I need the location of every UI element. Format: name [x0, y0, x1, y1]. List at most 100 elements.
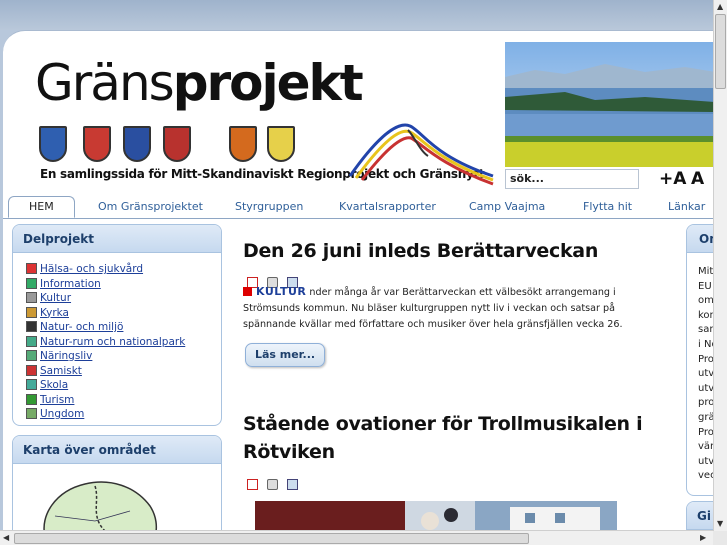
scroll-up-arrow-icon[interactable]: ▲	[717, 2, 723, 11]
logo-swoosh-graphic	[348, 123, 494, 186]
right-info-line: utv	[698, 382, 713, 394]
scroll-right-arrow-icon[interactable]: ▶	[700, 533, 706, 542]
region-map[interactable]	[35, 476, 165, 531]
site-logo[interactable]: Gränsprojekt	[35, 53, 364, 113]
category-list: Hälsa- och sjukvård Information Kultur Kyrk…	[26, 262, 185, 422]
category-link[interactable]: Ungdom	[40, 408, 84, 420]
category-link[interactable]: Samiskt	[40, 365, 82, 377]
right-second-panel: Gi	[686, 501, 713, 531]
coat-of-arms-icon	[229, 126, 257, 162]
map-title: Karta över området	[13, 436, 221, 464]
article-2-title-line1[interactable]: Stående ovationer för Trollmusikalen i	[243, 410, 643, 438]
right-info-line: kon	[698, 309, 713, 321]
right-info-line: Pro	[698, 353, 713, 365]
category-badge-kultur[interactable]: KULTUR	[243, 284, 306, 300]
category-link[interactable]: Näringsliv	[40, 350, 92, 362]
right-info-line: Pro	[698, 426, 713, 438]
pdf-icon[interactable]	[247, 479, 258, 490]
business-icon	[26, 350, 37, 361]
right-info-title: Om	[687, 225, 713, 253]
category-item[interactable]: Näringsliv	[26, 349, 185, 364]
font-larger-button[interactable]: +A	[659, 169, 686, 189]
tab-om-gransprojektet[interactable]: Om Gränsprojektet	[98, 200, 203, 213]
tab-camp-vaajma[interactable]: Camp Vaajma	[469, 200, 545, 213]
page-container: Gränsprojekt En samlingssida för Mitt-Sk…	[3, 30, 713, 531]
category-item[interactable]: Kultur	[26, 291, 185, 306]
tab-styrgruppen[interactable]: Styrgruppen	[235, 200, 303, 213]
church-icon	[26, 306, 37, 318]
tourism-icon	[26, 393, 37, 405]
category-item[interactable]: Natur- och miljö	[26, 320, 185, 335]
tab-flytta-hit[interactable]: Flytta hit	[583, 200, 632, 213]
horizontal-scrollbar[interactable]: ◀ ▶	[0, 530, 713, 545]
print-icon[interactable]	[267, 479, 278, 490]
map-panel: Karta över området	[12, 435, 222, 531]
right-info-line: vec	[698, 470, 713, 482]
right-info-line: utv	[698, 455, 713, 467]
right-info-line: utv	[698, 368, 713, 380]
coat-of-arms-icon	[39, 126, 67, 162]
category-item[interactable]: Turism	[26, 393, 185, 408]
category-item[interactable]: Skola	[26, 378, 185, 393]
article-2-title-line2[interactable]: Rötviken	[243, 438, 335, 466]
right-info-line: sam	[698, 324, 713, 336]
scrollbar-corner	[713, 531, 727, 545]
font-smaller-button[interactable]: A	[691, 169, 704, 189]
article-1-title[interactable]: Den 26 juni inleds Berättarveckan	[243, 237, 598, 265]
category-link[interactable]: Hälsa- och sjukvård	[40, 263, 143, 275]
youth-icon	[26, 408, 37, 419]
category-item[interactable]: Natur-rum och nationalpark	[26, 335, 185, 350]
category-item[interactable]: Kyrka	[26, 306, 185, 321]
category-link[interactable]: Turism	[40, 394, 74, 406]
category-link[interactable]: Kyrka	[40, 307, 69, 319]
coat-of-arms-icon	[123, 126, 151, 162]
tab-hem[interactable]: HEM	[8, 196, 75, 218]
right-info-line: EU	[698, 280, 712, 292]
article-1-body: KULTUR nder många år var Berättarveckan …	[243, 284, 643, 333]
browser-viewport: Gränsprojekt En samlingssida för Mitt-Sk…	[0, 0, 727, 545]
vertical-scrollbar[interactable]: ▲ ▼	[713, 0, 727, 531]
right-info-line: grä	[698, 411, 713, 423]
main-navigation: HEM Om Gränsprojektet Styrgruppen Kvarta…	[3, 196, 713, 219]
coat-of-arms-icon	[267, 126, 295, 162]
health-icon	[26, 263, 37, 274]
culture-icon	[26, 292, 37, 303]
delprojekt-panel: Delprojekt Hälsa- och sjukvård Informatio…	[12, 224, 222, 426]
right-info-text: Mitt EU om kon sam i No Pro utv utv pro grä Pro vär u…	[698, 265, 713, 484]
scroll-down-arrow-icon[interactable]: ▼	[717, 519, 723, 528]
category-item[interactable]: Hälsa- och sjukvård	[26, 262, 185, 277]
sami-icon	[26, 364, 37, 376]
right-info-panel: Om Mitt EU om kon sam i No Pro utv utv pro grä Pro v…	[686, 224, 713, 496]
category-item[interactable]: Samiskt	[26, 364, 185, 379]
nature-icon	[26, 321, 37, 332]
delprojekt-title: Delprojekt	[13, 225, 221, 253]
logo-text-part2: projekt	[172, 54, 364, 112]
right-info-line: i No	[698, 338, 713, 350]
tab-lankar[interactable]: Länkar	[668, 200, 705, 213]
category-item[interactable]: Ungdom	[26, 407, 185, 422]
category-link[interactable]: Kultur	[40, 292, 71, 304]
right-info-line: om	[698, 295, 713, 307]
category-item[interactable]: Information	[26, 277, 185, 292]
coat-of-arms-icon	[163, 126, 191, 162]
search-input[interactable]: sök...	[505, 169, 639, 189]
article-2-tools	[247, 475, 307, 490]
right-info-line: pro	[698, 397, 713, 409]
vertical-scroll-thumb[interactable]	[715, 14, 726, 89]
horizontal-scroll-thumb[interactable]	[14, 533, 529, 544]
category-link[interactable]: Skola	[40, 379, 68, 391]
category-link[interactable]: Natur-rum och nationalpark	[40, 336, 185, 348]
header-landscape-photo	[505, 42, 713, 167]
email-icon[interactable]	[287, 479, 298, 490]
tab-kvartalsrapporter[interactable]: Kvartalsrapporter	[339, 200, 436, 213]
category-link[interactable]: Natur- och miljö	[40, 321, 123, 333]
coat-of-arms-icon	[83, 126, 111, 162]
window-top-strip	[0, 0, 713, 30]
logo-text-part1: Gräns	[35, 54, 175, 112]
right-info-line: Mitt	[698, 266, 713, 277]
category-link[interactable]: Information	[40, 278, 101, 290]
read-more-button[interactable]: Läs mer...	[245, 343, 325, 367]
right-info-line: vär	[698, 441, 713, 453]
scroll-left-arrow-icon[interactable]: ◀	[3, 533, 9, 542]
school-icon	[26, 379, 37, 390]
